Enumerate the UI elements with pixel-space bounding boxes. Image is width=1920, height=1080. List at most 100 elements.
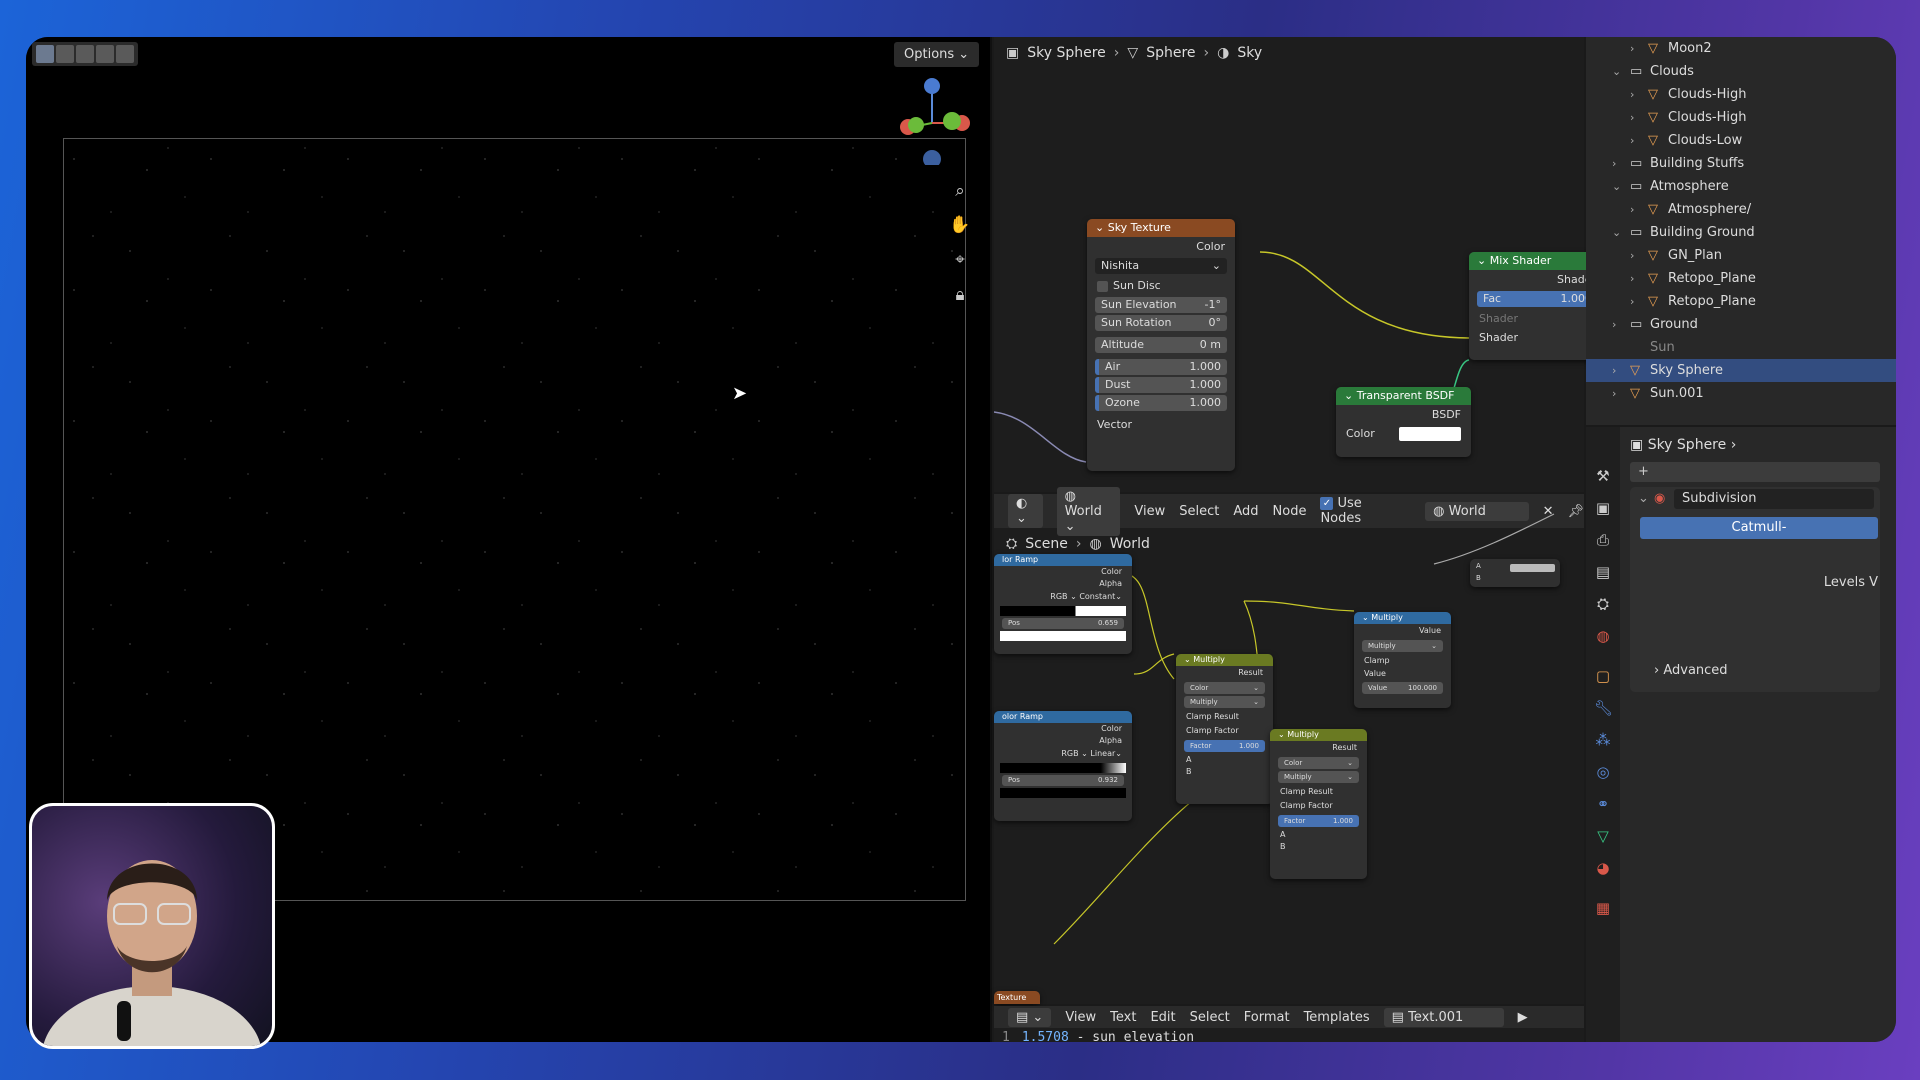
mult1-clamp-factor[interactable]: Clamp Factor (1176, 724, 1273, 738)
advanced-subpanel[interactable]: › Advanced (1654, 663, 1728, 678)
expand-chevron-down-icon[interactable]: ⌄ (1612, 221, 1621, 244)
ramp2-pos[interactable]: Pos 0.932 (1002, 775, 1124, 786)
sun-disc-checkbox-row[interactable]: Sun Disc (1087, 276, 1235, 295)
add-modifier-button[interactable]: + (1630, 462, 1880, 482)
expand-chevron-right-icon[interactable]: › (1630, 267, 1634, 290)
collapse-chevron-icon[interactable]: ⌄ (1638, 491, 1649, 506)
dust-field[interactable]: Dust 1.000 (1095, 377, 1227, 393)
color-ramp-node-2[interactable]: olor Ramp Color Alpha RGB ⌄ Linear⌄ Pos 0… (994, 711, 1132, 821)
ramp1-color-swatch[interactable] (1000, 631, 1126, 641)
shader-editor-object[interactable]: ▣ Sky Sphere › ▽ Sphere › ◑ Sky ⌄ Sky Te… (994, 37, 1606, 492)
sun-rotation-field[interactable]: Sun Rotation 0° (1095, 315, 1227, 331)
run-script-icon[interactable]: ▶ (1518, 1010, 1528, 1025)
expand-chevron-right-icon[interactable]: › (1630, 106, 1634, 129)
transparent-bsdf-node[interactable]: ⌄ Transparent BSDF BSDF Color (1336, 387, 1471, 457)
ramp2-color-swatch[interactable] (1000, 788, 1126, 798)
mult2-op[interactable]: Multiply ⌄ (1278, 771, 1359, 783)
partial-node-swatch[interactable] (1510, 564, 1555, 572)
mult3-clamp[interactable]: Clamp (1354, 654, 1451, 667)
te-menu-format[interactable]: Format (1244, 1010, 1290, 1025)
modifier-name-field[interactable]: Subdivision (1674, 489, 1874, 509)
outliner-row[interactable]: › ▽ Atmosphere/ (1586, 198, 1896, 221)
ramp2-gradient[interactable] (1000, 763, 1126, 773)
mult1-op[interactable]: Multiply ⌄ (1184, 696, 1265, 708)
expand-chevron-down-icon[interactable]: ⌄ (1612, 60, 1621, 83)
te-menu-templates[interactable]: Templates (1304, 1010, 1370, 1025)
expand-chevron-right-icon[interactable]: › (1612, 382, 1616, 405)
mult2-clamp-factor[interactable]: Clamp Factor (1270, 799, 1367, 813)
mult1-type[interactable]: Color ⌄ (1184, 682, 1265, 694)
material-tab-icon[interactable]: ◕ (1594, 859, 1612, 877)
expand-chevron-right-icon[interactable]: › (1630, 244, 1634, 267)
scene-tab-icon[interactable]: ⛭ (1594, 595, 1612, 613)
outliner-row[interactable]: ⌄ ▭ Building Ground (1586, 221, 1896, 244)
te-menu-text[interactable]: Text (1110, 1010, 1136, 1025)
ramp1-mode[interactable]: RGB ⌄ Constant⌄ (994, 590, 1132, 604)
expand-chevron-right-icon[interactable]: › (1612, 359, 1616, 382)
expand-chevron-right-icon[interactable]: › (1612, 313, 1616, 336)
world-tab-icon[interactable]: ◍ (1594, 627, 1612, 645)
outliner-row[interactable]: › ▭ Ground (1586, 313, 1896, 336)
ramp1-gradient[interactable] (1000, 606, 1126, 616)
text-line[interactable]: 1 1.5708 - sun_elevation (994, 1028, 1584, 1042)
options-dropdown[interactable]: Options ⌄ (894, 42, 980, 67)
outliner-row[interactable]: › ▭ Building Stuffs (1586, 152, 1896, 175)
mult1-clamp-result[interactable]: Clamp Result (1176, 710, 1273, 724)
te-menu-select[interactable]: Select (1190, 1010, 1230, 1025)
mult2-header[interactable]: ⌄ Multiply (1270, 729, 1367, 741)
air-field[interactable]: Air 1.000 (1095, 359, 1227, 375)
outliner-row[interactable]: › ▽ Clouds-Low (1586, 129, 1896, 152)
particles-tab-icon[interactable]: ⁂ (1594, 731, 1612, 749)
render-tab-icon[interactable]: ▣ (1594, 499, 1612, 517)
mult3-header[interactable]: ⌄ Multiply (1354, 612, 1451, 624)
fac-field[interactable]: Fac 1.000 (1477, 291, 1598, 307)
output-tab-icon[interactable]: ⎙ (1594, 531, 1612, 549)
select-extend-icon[interactable] (56, 45, 74, 63)
text-editor[interactable]: ▤ ⌄ View Text Edit Select Format Templat… (994, 1006, 1584, 1042)
expand-chevron-right-icon[interactable]: › (1630, 290, 1634, 313)
outliner-row[interactable]: › ▽ Clouds-High (1586, 83, 1896, 106)
outliner-row[interactable]: Sun (1586, 336, 1896, 359)
outliner[interactable]: › ▽ Moon2 ⌄ ▭ Clouds › ▽ Clouds-High › ▽ Clouds-Hig… (1586, 37, 1896, 425)
expand-chevron-right-icon[interactable]: › (1612, 152, 1616, 175)
sky-type-select[interactable]: Nishita ⌄ (1095, 258, 1227, 274)
outliner-row[interactable]: › ▽ Retopo_Plane (1586, 290, 1896, 313)
mult3-value-field[interactable]: Value 100.000 (1362, 682, 1443, 694)
expand-chevron-right-icon[interactable]: › (1630, 129, 1634, 152)
tool-tab-icon[interactable]: ⚒ (1594, 467, 1612, 485)
ramp1-header[interactable]: lor Ramp (994, 554, 1132, 566)
outliner-row[interactable]: › ▽ Moon2 (1586, 37, 1896, 60)
shader-editor-world[interactable]: ◐ ⌄ ◍ World ⌄ View Select Add Node ✓ Use … (994, 486, 1584, 1004)
select-intersect-icon[interactable] (116, 45, 134, 63)
expand-chevron-right-icon[interactable]: › (1630, 37, 1634, 60)
catmull-clark-button[interactable]: Catmull- (1640, 517, 1878, 539)
data-tab-icon[interactable]: ▽ (1594, 827, 1612, 845)
te-menu-edit[interactable]: Edit (1150, 1010, 1175, 1025)
text-editor-type-button[interactable]: ▤ ⌄ (1008, 1007, 1052, 1027)
mult2-clamp-result[interactable]: Clamp Result (1270, 785, 1367, 799)
outliner-row[interactable]: › ▽ Sky Sphere (1586, 359, 1896, 382)
view-layer-tab-icon[interactable]: ▤ (1594, 563, 1612, 581)
pan-hand-icon[interactable]: ✋ (948, 213, 972, 237)
zoom-icon[interactable]: ⌕ (948, 179, 972, 203)
lock-icon[interactable]: 🔒︎ (948, 283, 972, 307)
ramp1-pos[interactable]: Pos 0.659 (1002, 618, 1124, 629)
ramp2-header[interactable]: olor Ramp (994, 711, 1132, 723)
sun-elevation-field[interactable]: Sun Elevation -1° (1095, 297, 1227, 313)
expand-chevron-right-icon[interactable]: › (1630, 198, 1634, 221)
mult2-factor[interactable]: Factor 1.000 (1278, 815, 1359, 827)
te-menu-view[interactable]: View (1065, 1010, 1096, 1025)
mult1-factor[interactable]: Factor 1.000 (1184, 740, 1265, 752)
transparent-bsdf-header[interactable]: ⌄ Transparent BSDF (1336, 387, 1471, 405)
select-invert-icon[interactable] (96, 45, 114, 63)
color-ramp-node-1[interactable]: lor Ramp Color Alpha RGB ⌄ Constant⌄ Pos… (994, 554, 1132, 654)
modifier-tab-icon[interactable]: 🔧︎ (1594, 699, 1613, 717)
outliner-row[interactable]: › ▽ Sun.001 (1586, 382, 1896, 405)
navigation-gizmo[interactable] (886, 75, 976, 165)
ozone-field[interactable]: Ozone 1.000 (1095, 395, 1227, 411)
ramp2-mode[interactable]: RGB ⌄ Linear⌄ (994, 747, 1132, 761)
mult3-op[interactable]: Multiply ⌄ (1362, 640, 1443, 652)
color-swatch[interactable] (1399, 427, 1461, 441)
object-tab-icon[interactable]: ▢ (1594, 667, 1612, 685)
multiply-node-1[interactable]: ⌄ Multiply Result Color ⌄ Multiply ⌄ Clamp… (1176, 654, 1273, 804)
